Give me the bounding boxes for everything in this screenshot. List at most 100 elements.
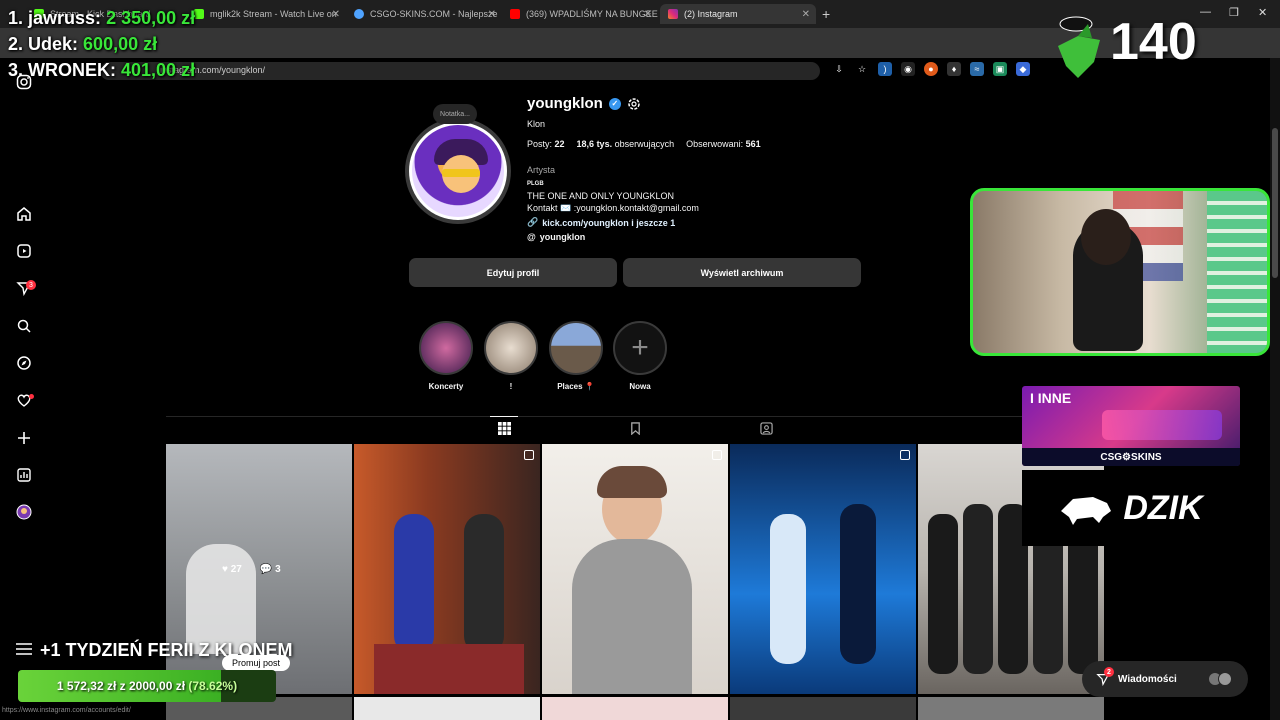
extension-icon[interactable]: ♦: [947, 62, 961, 76]
notification-badge: 3: [26, 280, 36, 290]
following-count[interactable]: Obserwowani: 561: [686, 139, 761, 149]
bookmark-star-icon[interactable]: ☆: [855, 62, 869, 76]
carousel-icon: [524, 450, 534, 460]
heart-notifications-icon[interactable]: [14, 390, 34, 410]
posts-grid-icon[interactable]: [490, 416, 518, 436]
close-tab-icon[interactable]: ✕: [802, 9, 810, 20]
install-app-icon[interactable]: ⇩: [832, 62, 846, 76]
note-bubble[interactable]: Notatka...: [433, 104, 477, 124]
settings-gear-icon[interactable]: [627, 97, 641, 111]
bio-tag: PLGB: [527, 181, 544, 187]
verified-badge-icon: ✓: [608, 97, 621, 110]
stream-bull-logo: [1058, 16, 1100, 78]
home-icon[interactable]: [14, 204, 34, 224]
add-highlight-plus-icon: +: [613, 321, 667, 375]
search-icon[interactable]: [14, 316, 34, 336]
post-hover-stats: ♥ 27 💬 3: [222, 564, 281, 575]
comment-count: 💬 3: [259, 564, 281, 575]
reels-icon[interactable]: [14, 241, 34, 261]
instagram-sidebar: 3: [0, 58, 48, 720]
profile-username: youngklon ✓: [527, 95, 641, 112]
profile-avatar-icon[interactable]: [14, 502, 34, 522]
post-thumbnail[interactable]: [542, 444, 728, 694]
tab-kick-stream[interactable]: mglik2k Stream - Watch Live on ✕: [186, 4, 346, 24]
browser-status-url: https://www.instagram.com/accounts/edit/: [2, 707, 131, 714]
donation-goal-text: 1 572,32 zł z 2000,00 zł (78.62%): [56, 679, 238, 693]
post-thumbnail[interactable]: [730, 444, 916, 694]
close-tab-icon[interactable]: ✕: [488, 9, 496, 20]
extension-icon[interactable]: ◉: [901, 62, 915, 76]
instagram-logo-icon[interactable]: [14, 72, 34, 92]
menu-hamburger-icon[interactable]: [16, 643, 32, 655]
highlight-cover: [484, 321, 538, 375]
notification-dot: [29, 394, 34, 399]
streamer-webcam: [970, 188, 1270, 356]
minimize-icon[interactable]: —: [1200, 6, 1211, 18]
saved-bookmark-icon[interactable]: [627, 420, 643, 436]
close-tab-icon[interactable]: ✕: [332, 9, 340, 20]
threads-link[interactable]: @ youngklon: [527, 232, 585, 242]
post-thumbnail[interactable]: [354, 697, 540, 720]
url-input[interactable]: instagram.com/youngklon/: [100, 62, 820, 80]
profile-avatar[interactable]: [405, 118, 511, 224]
maximize-icon[interactable]: ❐: [1229, 6, 1239, 19]
post-thumbnail[interactable]: [918, 697, 1104, 720]
messages-badge: 2: [1104, 667, 1114, 677]
carousel-icon: [900, 450, 910, 460]
avatar-illustration: [409, 122, 507, 220]
tab-instagram[interactable]: (2) Instagram ✕: [660, 4, 816, 24]
tab-youtube[interactable]: (369) WPADLIŚMY NA BUNGEE ✕: [502, 4, 658, 24]
view-archive-button[interactable]: Wyświetl archiwum: [623, 258, 861, 287]
youtube-icon: [510, 9, 520, 19]
threads-icon: @: [527, 232, 536, 242]
leaderboard-entry-2: 2. Udek: 600,00 zł: [8, 34, 158, 54]
like-count: ♥ 27: [222, 564, 242, 575]
tagged-icon[interactable]: [758, 420, 774, 436]
highlight-exclamation[interactable]: !: [483, 321, 539, 391]
csgo-skins-icon: [354, 9, 364, 19]
extension-icon[interactable]: ▣: [993, 62, 1007, 76]
close-tab-icon[interactable]: ✕: [644, 9, 652, 20]
post-thumbnail[interactable]: [354, 444, 540, 694]
highlight-new[interactable]: + Nowa: [612, 321, 668, 391]
profile-category: Artysta: [527, 165, 556, 175]
highlight-places[interactable]: Places 📍: [548, 321, 604, 391]
bio-contact: Kontakt ✉️ :youngklon.kontakt@gmail.com: [527, 203, 699, 213]
donation-goal-bar: 1 572,32 zł z 2000,00 zł (78.62%): [18, 670, 276, 702]
sponsor-banner-csgoskins: I INNE CSG⚙SKINS: [1022, 386, 1240, 466]
kick-icon: [194, 9, 204, 19]
profile-full-name: Klon: [527, 119, 546, 129]
instagram-icon: [668, 9, 678, 19]
scrollbar-thumb[interactable]: [1272, 128, 1278, 278]
leaderboard-entry-1: 1. jawruss: 2 350,00 zł: [8, 8, 196, 28]
page-scrollbar[interactable]: [1270, 58, 1280, 720]
tab-csgo-skins[interactable]: CSGO-SKINS.COM - Najlepsze ✕: [346, 4, 502, 24]
create-plus-icon[interactable]: [14, 428, 34, 448]
posts-count: Posty: 22: [527, 139, 565, 149]
promote-post-button[interactable]: Promuj post: [222, 655, 291, 671]
carousel-icon: [712, 450, 722, 460]
post-thumbnail[interactable]: [730, 697, 916, 720]
bio-line: THE ONE AND ONLY YOUNGKLON: [527, 191, 675, 201]
edit-profile-button[interactable]: Edytuj profil: [409, 258, 617, 287]
highlight-cover: [549, 321, 603, 375]
extension-icon[interactable]: ●: [924, 62, 938, 76]
dashboard-chart-icon[interactable]: [14, 465, 34, 485]
extension-icon[interactable]: ): [878, 62, 892, 76]
highlight-koncerty[interactable]: Koncerty: [418, 321, 474, 391]
explore-compass-icon[interactable]: [14, 353, 34, 373]
extension-icons: ⇩ ☆ ) ◉ ● ♦ ≈ ▣ ◆: [832, 62, 1030, 76]
stream-counter: 140: [1110, 13, 1197, 71]
profile-stats: Posty: 22 18,6 tys. obserwujących Obserw…: [527, 139, 761, 149]
followers-count[interactable]: 18,6 tys. obserwujących: [577, 139, 675, 149]
extension-icon[interactable]: ≈: [970, 62, 984, 76]
messages-button[interactable]: 2 Wiadomości: [1082, 661, 1248, 697]
post-thumbnail[interactable]: [542, 697, 728, 720]
boar-icon: [1061, 497, 1112, 525]
link-icon: 🔗: [527, 217, 539, 227]
close-window-icon[interactable]: ✕: [1258, 6, 1267, 19]
message-avatars: [1208, 672, 1232, 686]
bio-link[interactable]: 🔗 kick.com/youngklon i jeszcze 1: [527, 217, 675, 228]
new-tab-icon[interactable]: +: [822, 6, 830, 22]
extension-icon[interactable]: ◆: [1016, 62, 1030, 76]
